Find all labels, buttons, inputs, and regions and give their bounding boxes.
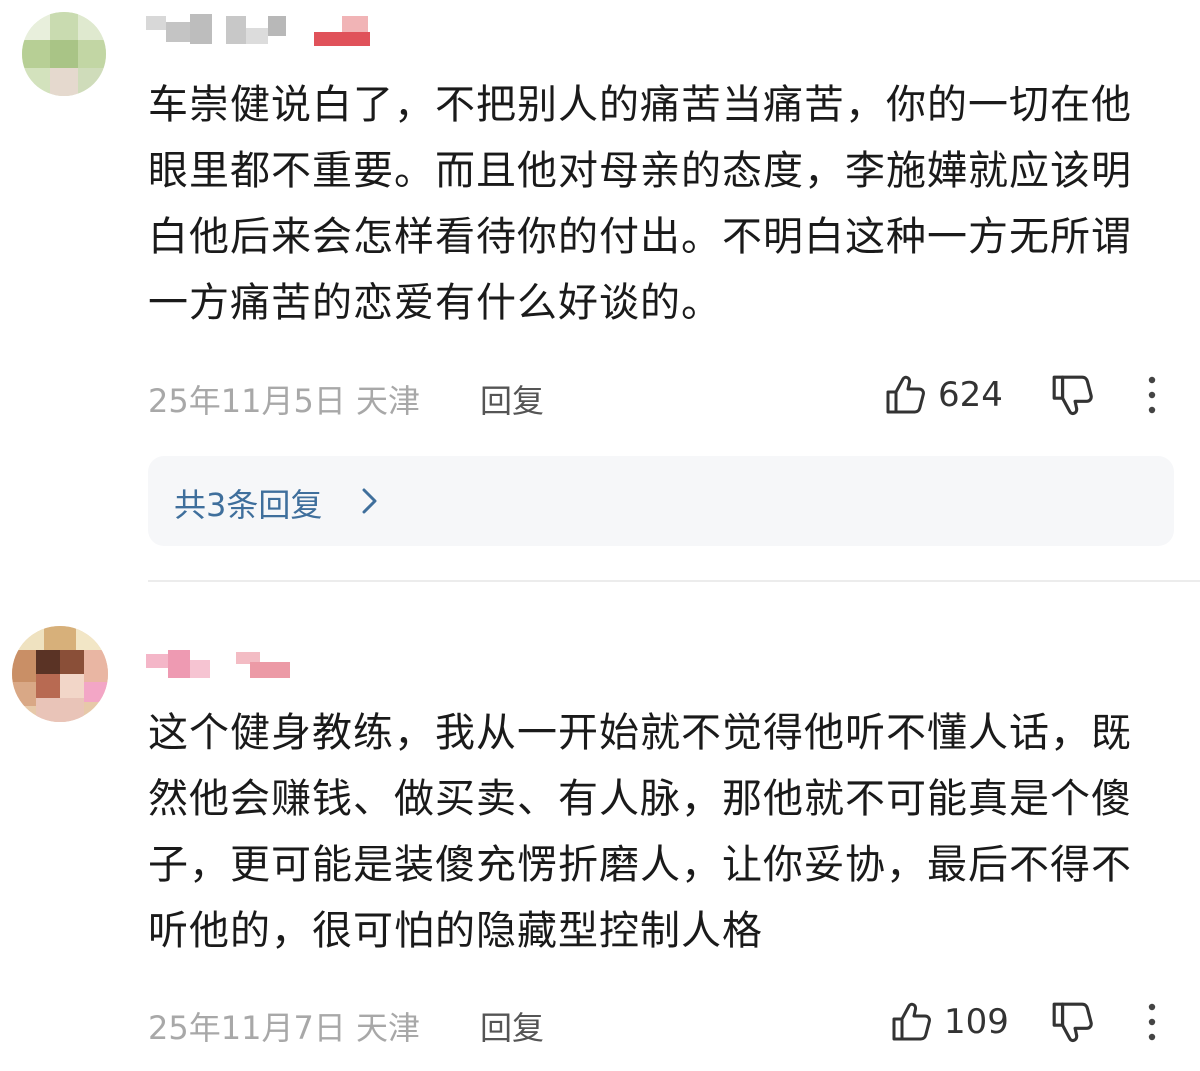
chevron-right-icon	[358, 486, 380, 516]
avatar[interactable]	[22, 12, 106, 96]
blurred-username	[146, 14, 370, 46]
thumbs-down-icon	[1052, 375, 1093, 416]
comment-date-location: 25年11月7日 天津	[148, 1009, 420, 1047]
reply-button[interactable]: 回复	[480, 376, 544, 422]
like-button[interactable]: 624	[884, 370, 1003, 420]
avatar[interactable]	[12, 626, 108, 722]
like-count: 109	[944, 1002, 1009, 1042]
view-replies-button[interactable]: 共3条回复	[148, 456, 1174, 546]
blurred-avatar-icon	[22, 12, 106, 96]
comment-meta: 25年11月7日 天津 回复 109	[148, 997, 1188, 1047]
dislike-button[interactable]	[1050, 999, 1096, 1045]
username[interactable]	[146, 12, 372, 48]
thumbs-up-icon	[886, 375, 925, 414]
like-button[interactable]: 109	[890, 997, 1009, 1047]
blurred-username	[146, 650, 290, 678]
comment-item: 车崇健说白了，不把别人的痛苦当痛苦，你的一切在他眼里都不重要。而且他对母亲的态度…	[0, 0, 1200, 580]
more-vertical-icon	[1148, 1003, 1156, 1041]
more-options-button[interactable]	[1142, 1001, 1162, 1043]
reply-button[interactable]: 回复	[480, 1003, 544, 1049]
more-vertical-icon	[1148, 376, 1156, 414]
like-count: 624	[938, 375, 1003, 415]
comment-date-location: 25年11月5日 天津	[148, 382, 420, 420]
comment-text: 这个健身教练，我从一开始就不觉得他听不懂人话，既然他会赚钱、做买卖、有人脉，那他…	[148, 710, 1132, 954]
comment-item: 这个健身教练，我从一开始就不觉得他听不懂人话，既然他会赚钱、做买卖、有人脉，那他…	[0, 582, 1200, 1071]
comment-text: 车崇健说白了，不把别人的痛苦当痛苦，你的一切在他眼里都不重要。而且他对母亲的态度…	[148, 82, 1132, 326]
replies-count-label: 共3条回复	[174, 486, 323, 524]
more-options-button[interactable]	[1142, 374, 1162, 416]
thumbs-up-icon	[892, 1002, 931, 1041]
username[interactable]	[146, 646, 292, 682]
blurred-avatar-icon	[12, 626, 108, 722]
dislike-button[interactable]	[1050, 372, 1096, 418]
comment-meta: 25年11月5日 天津 回复 624	[148, 370, 1188, 420]
thumbs-down-icon	[1052, 1002, 1093, 1043]
